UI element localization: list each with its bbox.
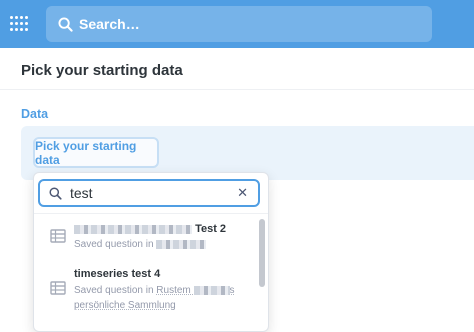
redacted-text — [156, 239, 207, 249]
search-result-title: Test 2 — [74, 223, 226, 235]
collection-link[interactable]: persönliche Sammlung — [74, 300, 176, 311]
global-search-placeholder: Search… — [79, 16, 140, 32]
global-search-bar[interactable]: Search… — [46, 6, 432, 42]
table-icon — [50, 229, 66, 243]
search-result-meta: Saved question in Rustem s persönliche S… — [74, 285, 235, 311]
pick-starting-data-button[interactable]: Pick your starting data — [33, 137, 159, 168]
redacted-text — [74, 224, 192, 234]
page-header: Pick your starting data — [0, 48, 474, 90]
picker-divider — [34, 213, 268, 214]
redacted-text — [193, 285, 230, 295]
top-nav-bar: Search… — [0, 0, 474, 48]
search-result-item[interactable]: timeseries test 4 Saved question in Rust… — [34, 265, 258, 313]
collection-link[interactable]: Rustem s — [156, 285, 234, 296]
search-icon — [58, 16, 73, 32]
page-title: Pick your starting data — [21, 62, 183, 79]
metabase-logo-icon[interactable] — [10, 14, 30, 36]
table-icon — [50, 281, 66, 295]
picker-scrollbar[interactable] — [259, 219, 265, 287]
search-result-item[interactable]: Test 2 Saved question in — [34, 219, 258, 265]
close-icon[interactable]: ✕ — [237, 185, 248, 201]
search-result-title: timeseries test 4 — [74, 268, 161, 280]
data-section-label: Data — [21, 107, 49, 121]
search-icon — [49, 186, 62, 200]
picker-search-input[interactable]: test ✕ — [38, 179, 260, 207]
search-result-meta: Saved question in — [74, 237, 250, 252]
picker-search-value: test — [70, 185, 93, 201]
data-picker-popover: test ✕ Test 2 Saved question in timeseri… — [33, 172, 269, 332]
